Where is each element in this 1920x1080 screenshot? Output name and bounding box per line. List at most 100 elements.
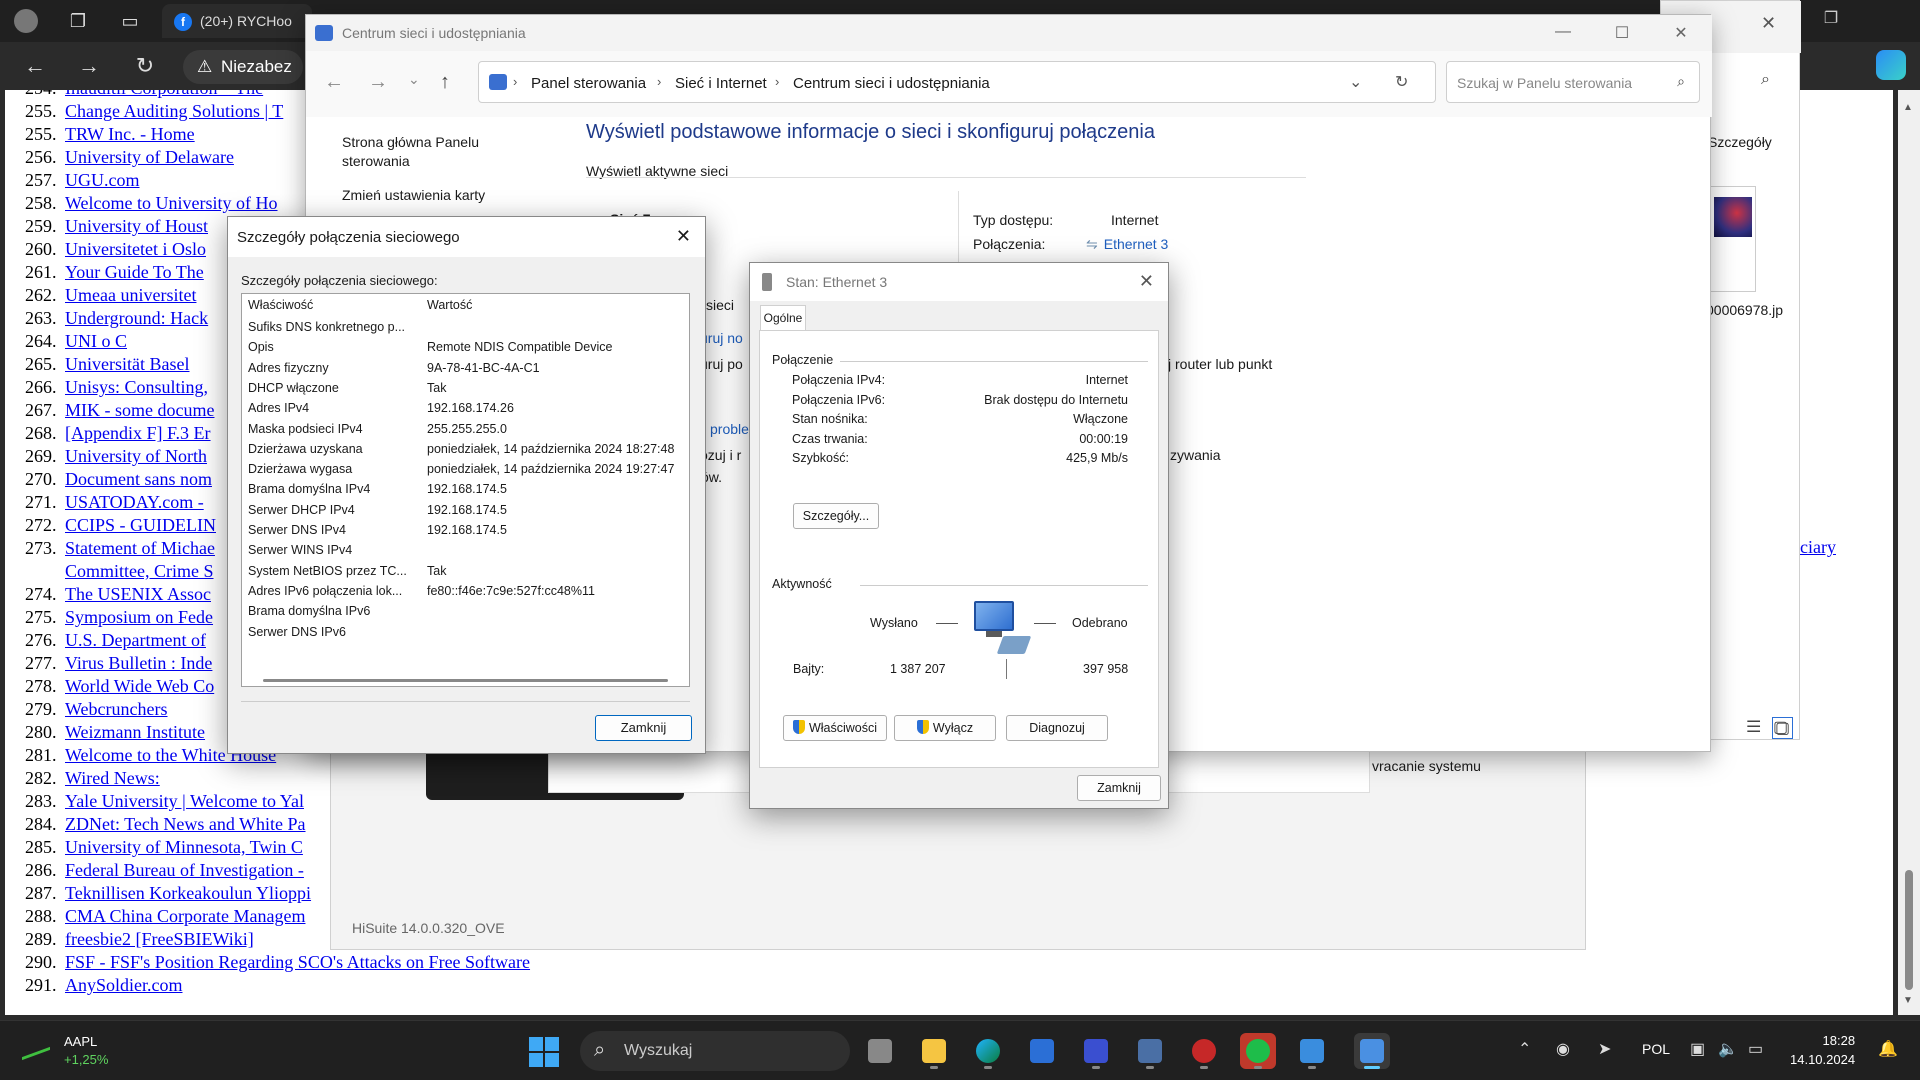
photos-icon[interactable] bbox=[1294, 1033, 1330, 1069]
close-button[interactable]: Zamknij bbox=[1077, 775, 1161, 801]
page-link[interactable]: Welcome to University of Ho bbox=[65, 193, 278, 213]
details-list[interactable]: Właściwość Wartość Sufiks DNS konkretneg… bbox=[241, 293, 690, 687]
disable-button[interactable]: Wyłącz bbox=[894, 715, 996, 741]
explorer-search-icon[interactable]: ⌕ bbox=[1761, 71, 1770, 89]
page-link[interactable]: University of Minnesota, Twin C bbox=[65, 837, 303, 857]
page-link[interactable]: Change Auditing Solutions | T bbox=[65, 101, 283, 121]
system-clock[interactable]: 18:28 14.10.2024 bbox=[1790, 1031, 1855, 1069]
page-link[interactable]: [Appendix F] F.3 Er bbox=[65, 423, 211, 443]
back-icon[interactable]: ← bbox=[20, 54, 50, 78]
task-view-icon[interactable] bbox=[862, 1033, 898, 1069]
page-scrollbar[interactable]: ▲ ▼ bbox=[1898, 90, 1920, 1015]
refresh-icon[interactable]: ↻ bbox=[1395, 72, 1408, 92]
volume-icon[interactable]: 🔈 bbox=[1718, 1039, 1738, 1059]
workspaces-icon[interactable]: ❐ bbox=[66, 9, 90, 33]
page-link[interactable]: USATODAY.com - bbox=[65, 492, 204, 512]
page-link[interactable]: CMA China Corporate Managem bbox=[65, 906, 305, 926]
list-view-icon[interactable]: ☰ bbox=[1746, 717, 1760, 737]
breadcrumb-network-center[interactable]: Centrum sieci i udostępniania bbox=[793, 75, 990, 92]
scroll-up-icon[interactable]: ▲ bbox=[1903, 102, 1913, 113]
page-link[interactable]: UGU.com bbox=[65, 170, 140, 190]
close-icon[interactable]: ✕ bbox=[1139, 271, 1154, 292]
page-link[interactable]: Universität Basel bbox=[65, 354, 189, 374]
column-header-value[interactable]: Wartość bbox=[427, 298, 472, 312]
profile-avatar[interactable] bbox=[14, 9, 38, 33]
page-link[interactable]: ZDNet: Tech News and White Pa bbox=[65, 814, 306, 834]
virtualbox-icon[interactable] bbox=[1132, 1033, 1168, 1069]
monitor-icon[interactable]: ▣ bbox=[1690, 1039, 1705, 1059]
security-indicator[interactable]: ⚠ Niezabez bbox=[183, 50, 303, 84]
details-button[interactable]: Szczegóły... bbox=[793, 503, 879, 529]
minimize-icon[interactable]: — bbox=[1540, 23, 1586, 41]
chevron-up-icon[interactable]: ⌃ bbox=[1518, 1039, 1531, 1059]
page-link[interactable]: CCIPS - GUIDELIN bbox=[65, 515, 216, 535]
tab-general[interactable]: Ogólne bbox=[760, 305, 806, 331]
page-link[interactable]: Statement of Michae bbox=[65, 538, 215, 558]
chevron-right-icon[interactable]: › bbox=[657, 74, 661, 89]
page-link[interactable]: Underground: Hack bbox=[65, 308, 208, 328]
page-link[interactable]: Umeaa universitet bbox=[65, 285, 196, 305]
page-link-partial[interactable]: ciary bbox=[1800, 537, 1836, 558]
page-link[interactable]: TRW Inc. - Home bbox=[65, 124, 195, 144]
page-link[interactable]: Weizmann Institute bbox=[65, 722, 205, 742]
page-link[interactable]: University of Houst bbox=[65, 216, 208, 236]
partial-link[interactable]: proble bbox=[710, 421, 749, 437]
battery-icon[interactable]: ▭ bbox=[1748, 1039, 1763, 1059]
scrollbar-thumb[interactable] bbox=[1905, 870, 1913, 990]
refresh-icon[interactable]: ↻ bbox=[130, 54, 160, 78]
forward-icon[interactable]: → bbox=[74, 54, 104, 78]
page-link[interactable]: freesbie2 [FreeSBIEWiki] bbox=[65, 929, 254, 949]
recent-dropdown-icon[interactable]: ⌄ bbox=[408, 71, 420, 88]
page-link[interactable]: Federal Bureau of Investigation - bbox=[65, 860, 304, 880]
page-link[interactable]: University of North bbox=[65, 446, 207, 466]
sidebar-link-adapter-settings[interactable]: Zmień ustawienia karty bbox=[342, 186, 532, 205]
location-icon[interactable]: ➤ bbox=[1598, 1039, 1611, 1059]
media-app-icon[interactable] bbox=[1186, 1033, 1222, 1069]
breadcrumb-network-internet[interactable]: Sieć i Internet bbox=[675, 75, 767, 92]
page-link[interactable]: Document sans nom bbox=[65, 469, 212, 489]
sidebar-link-home[interactable]: Strona główna Panelu sterowania bbox=[342, 133, 532, 171]
image-thumbnail[interactable] bbox=[1710, 186, 1756, 292]
page-link[interactable]: Virus Bulletin : Inde bbox=[65, 653, 212, 673]
diagnose-button[interactable]: Diagnozuj bbox=[1006, 715, 1108, 741]
tab-actions-icon[interactable]: ▭ bbox=[118, 9, 142, 33]
page-link[interactable]: Yale University | Welcome to Yal bbox=[65, 791, 304, 811]
page-link[interactable]: University of Delaware bbox=[65, 147, 234, 167]
forward-icon[interactable]: → bbox=[368, 71, 388, 94]
close-icon[interactable]: ✕ bbox=[1658, 23, 1704, 43]
up-icon[interactable]: ↑ bbox=[440, 71, 450, 94]
edge-icon[interactable] bbox=[970, 1033, 1006, 1069]
page-link[interactable]: Inauditil Corporation – The bbox=[65, 90, 263, 98]
page-link[interactable]: Unisys: Consulting, bbox=[65, 377, 208, 397]
properties-button[interactable]: Właściwości bbox=[783, 715, 887, 741]
tile-view-icon[interactable]: ▢ bbox=[1772, 717, 1794, 739]
start-icon[interactable] bbox=[529, 1037, 559, 1067]
hisuite-icon[interactable] bbox=[1240, 1033, 1276, 1069]
maximize-icon[interactable]: ☐ bbox=[1599, 23, 1645, 43]
horizontal-scrollbar[interactable] bbox=[263, 679, 668, 682]
page-link[interactable]: Committee, Crime S bbox=[65, 561, 214, 581]
system-restore-label[interactable]: vracanie systemu bbox=[1372, 758, 1481, 774]
explorer-close-icon[interactable]: ✕ bbox=[1761, 13, 1776, 34]
control-panel-taskbar-icon[interactable] bbox=[1354, 1033, 1390, 1069]
page-link[interactable]: UNI o C bbox=[65, 331, 127, 351]
chevron-right-icon[interactable]: › bbox=[775, 74, 779, 89]
page-link[interactable]: Symposium on Fede bbox=[65, 607, 213, 627]
page-link[interactable]: Teknillisen Korkeakoulun Ylioppi bbox=[65, 883, 311, 903]
browser-tab-active[interactable]: f (20+) RYCHoo bbox=[162, 4, 312, 38]
browser-restore-icon[interactable]: ❐ bbox=[1816, 8, 1846, 28]
page-link[interactable]: AnySoldier.com bbox=[65, 975, 183, 995]
store-icon[interactable] bbox=[1024, 1033, 1060, 1069]
breadcrumb-control-panel[interactable]: Panel sterowania bbox=[531, 75, 646, 92]
notification-bell-icon[interactable]: 🔔 bbox=[1878, 1039, 1898, 1059]
ethernet-link[interactable]: ⇋ Ethernet 3 bbox=[1086, 236, 1168, 253]
page-link[interactable]: FSF - FSF's Position Regarding SCO's Att… bbox=[65, 952, 530, 972]
page-link[interactable]: World Wide Web Co bbox=[65, 676, 214, 696]
partial-link[interactable]: uruj no bbox=[700, 330, 743, 346]
page-link[interactable]: MIK - some docume bbox=[65, 400, 214, 420]
close-icon[interactable]: ✕ bbox=[676, 226, 691, 247]
cp-search-input[interactable]: Szukaj w Panelu sterowania ⌕ bbox=[1446, 61, 1700, 103]
network-status-icon[interactable]: ◉ bbox=[1556, 1039, 1570, 1059]
address-bar[interactable]: › Panel sterowania › Sieć i Internet › C… bbox=[478, 61, 1436, 103]
page-link[interactable]: Webcrunchers bbox=[65, 699, 168, 719]
